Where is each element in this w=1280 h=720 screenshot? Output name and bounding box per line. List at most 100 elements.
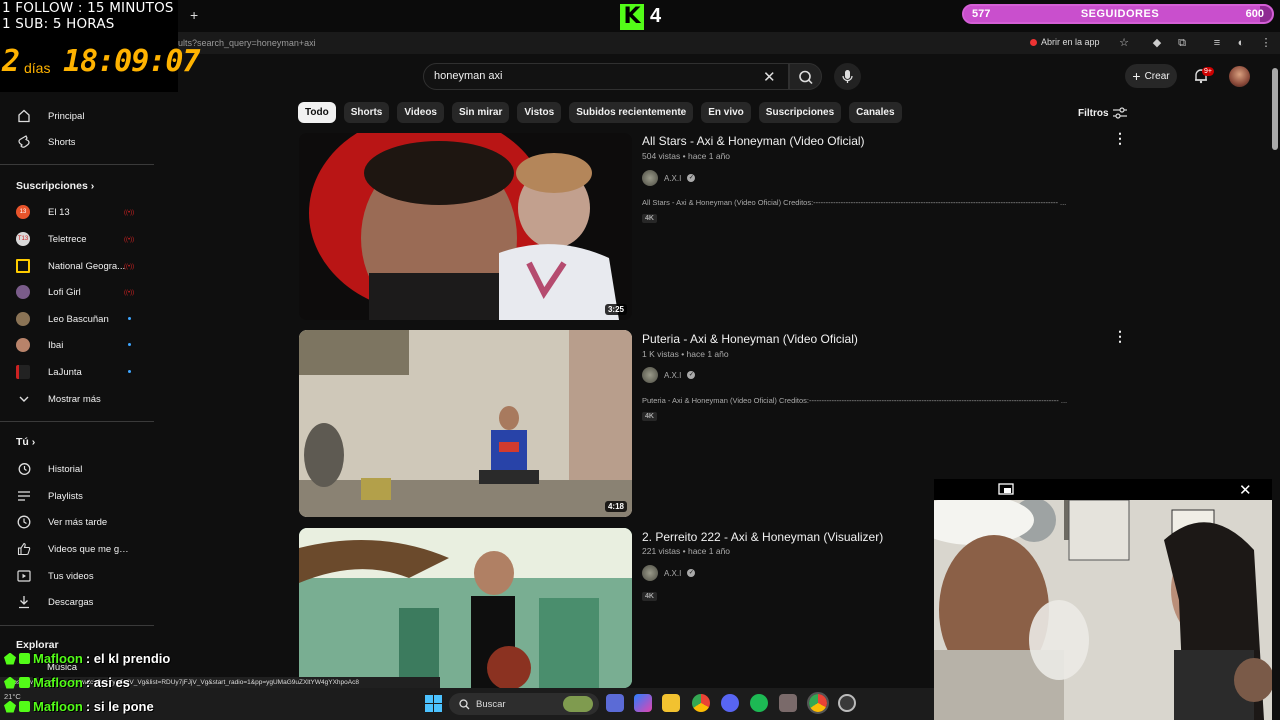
filters-button[interactable]: Filtros xyxy=(1078,107,1127,119)
sidebar-divider xyxy=(0,625,154,626)
menu-dots-icon[interactable]: ⋮ xyxy=(1259,36,1273,50)
clear-search-icon[interactable]: ✕ xyxy=(763,68,776,86)
sidebar-item-sub[interactable]: Leo Bascuñan xyxy=(16,306,156,332)
explore-header: Explorar xyxy=(16,639,59,651)
search-button[interactable] xyxy=(789,63,822,90)
chrome-icon[interactable] xyxy=(692,694,710,712)
sidebar-item-downloads[interactable]: Descargas xyxy=(16,589,156,615)
star-icon[interactable]: ☆ xyxy=(1117,36,1131,50)
search-value[interactable]: honeyman axi xyxy=(434,70,503,82)
sidebar-item-watch-later[interactable]: Ver más tarde xyxy=(16,509,156,535)
sidebar-item-sub[interactable]: 13 El 13 ((•)) xyxy=(16,199,156,225)
video-title[interactable]: 2. Perreito 222 - Axi & Honeyman (Visual… xyxy=(642,530,883,544)
plus-icon: + xyxy=(1132,68,1141,84)
channel-link[interactable]: A.X.I ✓ xyxy=(642,170,696,186)
you-header[interactable]: Tú › xyxy=(16,436,35,448)
media-icon[interactable]: ≡ xyxy=(1210,36,1224,50)
task-view-icon[interactable] xyxy=(606,694,624,712)
download-icon xyxy=(16,594,32,610)
chip-vistos[interactable]: Vistos xyxy=(517,102,562,123)
channel-avatar xyxy=(16,259,30,273)
profile-icon[interactable]: ◐ xyxy=(1234,36,1248,50)
open-in-app-button[interactable]: Abrir en la app xyxy=(1030,37,1100,47)
channel-link[interactable]: A.X.I ✓ xyxy=(642,367,696,383)
video-title[interactable]: All Stars - Axi & Honeyman (Video Oficia… xyxy=(642,134,865,148)
playlists-icon xyxy=(16,488,32,504)
video-thumbnail[interactable] xyxy=(299,528,632,688)
sidebar-item-sub[interactable]: Lofi Girl ((•)) xyxy=(16,279,156,305)
sidebar-item-liked-videos[interactable]: Videos que me gus... xyxy=(16,536,156,562)
follow-rule: 1 FOLLOW : 15 MINUTOS xyxy=(2,0,174,16)
chevron-right-icon: › xyxy=(90,180,95,192)
channel-avatar xyxy=(16,365,30,379)
sidebar-item-shorts[interactable]: Shorts xyxy=(16,129,156,155)
sidebar-item-sub[interactable]: National Geogra... ((•)) xyxy=(16,253,156,279)
quality-badge: 4K xyxy=(642,592,657,601)
chip-canales[interactable]: Canales xyxy=(849,102,902,123)
video-thumbnail[interactable]: 3:25 xyxy=(299,133,632,320)
chrome-active-icon[interactable] xyxy=(807,692,829,714)
video-meta: 504 vistas • hace 1 año xyxy=(642,151,731,161)
followers-label: SEGUIDORES xyxy=(1080,8,1160,20)
sidebar-item-principal[interactable]: Principal xyxy=(16,103,156,129)
quality-badge: 4K xyxy=(642,214,657,223)
taskbar-search[interactable]: Buscar xyxy=(449,693,599,715)
sidebar-item-historial[interactable]: Historial xyxy=(16,456,156,482)
file-explorer-icon[interactable] xyxy=(662,694,680,712)
thumbnail-image xyxy=(309,133,619,320)
spotify-icon[interactable] xyxy=(750,694,768,712)
discord-icon[interactable] xyxy=(721,694,739,712)
copilot-icon[interactable] xyxy=(634,694,652,712)
account-avatar[interactable] xyxy=(1229,66,1250,87)
channel-avatar xyxy=(16,285,30,299)
obs-icon[interactable] xyxy=(838,694,856,712)
sidebar-item-playlists[interactable]: Playlists xyxy=(16,483,156,509)
sidebar-label: Teletrece xyxy=(48,233,87,245)
new-tab-button[interactable]: + xyxy=(190,7,198,23)
subscriptions-header[interactable]: Suscripciones › xyxy=(16,180,94,192)
sidebar-item-sub[interactable]: T13 Teletrece ((•)) xyxy=(16,226,156,252)
voice-search-button[interactable] xyxy=(834,63,861,90)
chip-en-vivo[interactable]: En vivo xyxy=(701,102,751,123)
chip-todo[interactable]: Todo xyxy=(298,102,336,123)
app-icon[interactable] xyxy=(779,694,797,712)
filter-chips: Todo Shorts Videos Sin mirar Vistos Subi… xyxy=(298,102,902,123)
extensions-icon[interactable]: ⧉ xyxy=(1175,36,1189,50)
subscriber-badge-icon xyxy=(19,677,30,688)
sidebar-item-your-videos[interactable]: Tus videos xyxy=(16,563,156,589)
chip-shorts[interactable]: Shorts xyxy=(343,102,390,123)
sidebar-item-sub[interactable]: Ibai xyxy=(16,332,156,358)
video-title[interactable]: Puteria - Axi & Honeyman (Video Oficial) xyxy=(642,332,858,346)
sidebar-label: Leo Bascuñan xyxy=(48,313,109,325)
days-label: días xyxy=(24,60,51,76)
chip-suscripciones[interactable]: Suscripciones xyxy=(758,102,842,123)
live-indicator-icon: ((•)) xyxy=(124,290,135,296)
chip-subidos-recientemente[interactable]: Subidos recientemente xyxy=(569,102,694,123)
live-indicator-icon: ((•)) xyxy=(124,237,135,243)
close-pip-icon[interactable]: ✕ xyxy=(1239,481,1252,499)
chip-videos[interactable]: Videos xyxy=(397,102,444,123)
subscriptions-title: Suscripciones xyxy=(16,180,88,192)
back-to-tab-icon[interactable] xyxy=(998,483,1014,495)
sidebar-label: Principal xyxy=(48,110,85,122)
chip-sin-mirar[interactable]: Sin mirar xyxy=(451,102,510,123)
more-actions-icon[interactable]: ⋮ xyxy=(1113,130,1127,147)
channel-avatar xyxy=(642,565,658,581)
new-content-dot xyxy=(128,370,131,373)
create-button[interactable]: + Crear xyxy=(1125,64,1177,88)
followers-goal-bar: 577 SEGUIDORES 600 xyxy=(962,4,1274,24)
sliders-icon xyxy=(1112,107,1127,119)
notification-count-badge: 9+ xyxy=(1202,67,1214,76)
channel-link[interactable]: A.X.I ✓ xyxy=(642,565,696,581)
more-actions-icon[interactable]: ⋮ xyxy=(1113,328,1127,345)
show-more-button[interactable]: Mostrar más xyxy=(16,386,156,412)
scrollbar-thumb[interactable] xyxy=(1272,68,1278,150)
live-indicator-icon: ((•)) xyxy=(124,264,135,270)
clock-icon xyxy=(16,514,32,530)
channel-avatar xyxy=(642,170,658,186)
channel-name: A.X.I xyxy=(664,370,682,380)
windows-start-icon[interactable] xyxy=(425,695,442,712)
video-thumbnail[interactable]: 4:18 xyxy=(299,330,632,517)
extension-diamond-icon[interactable]: ◆ xyxy=(1150,36,1164,50)
sidebar-item-sub[interactable]: LaJunta xyxy=(16,359,156,385)
